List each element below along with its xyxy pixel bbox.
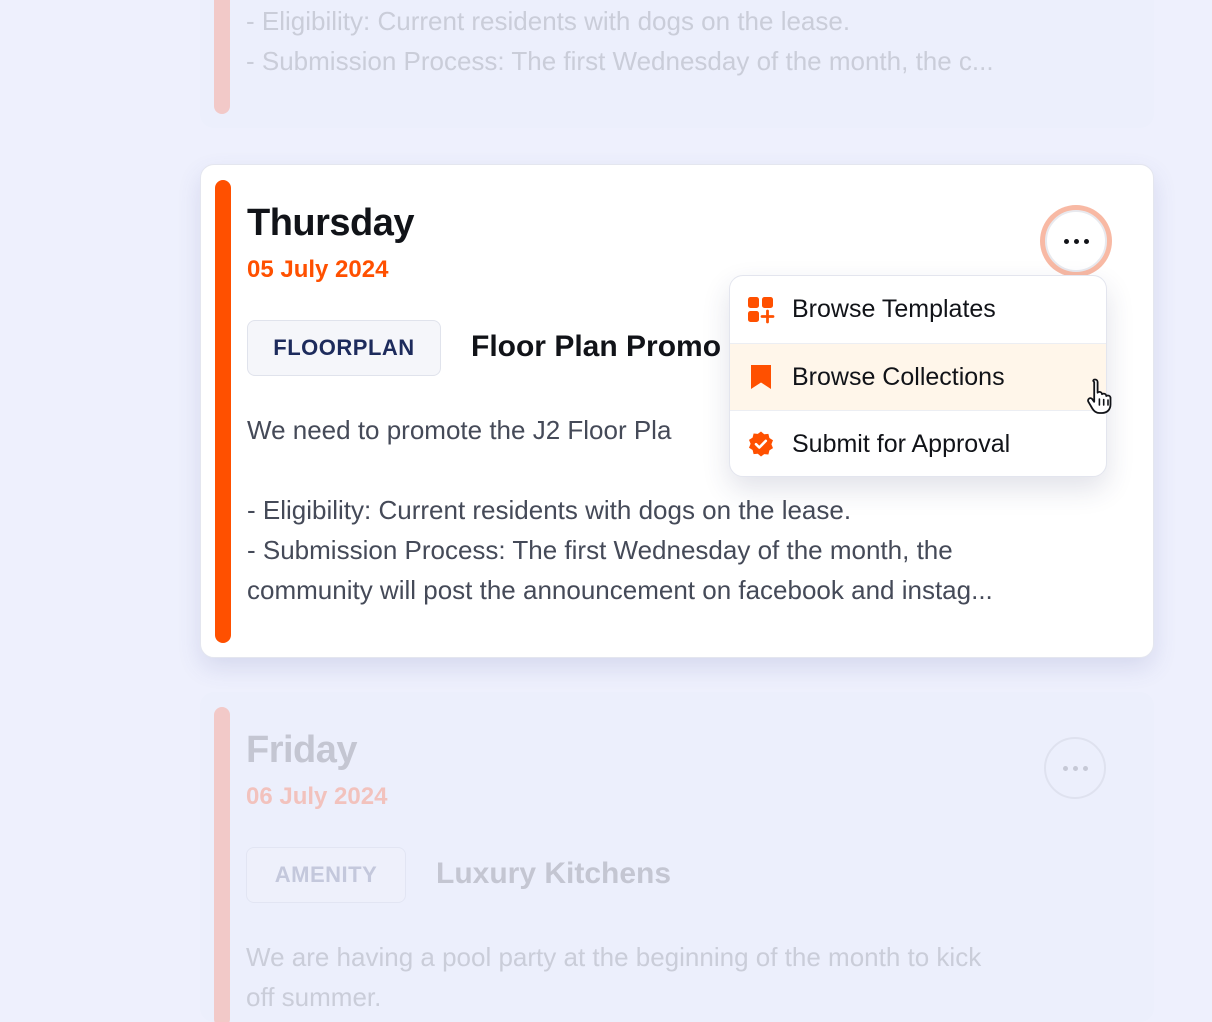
card-title: Luxury Kitchens [436,857,672,890]
pointer-hand-icon [1087,378,1112,414]
more-options-button[interactable] [1044,737,1106,799]
card-date: 05 July 2024 [247,256,389,283]
more-horizontal-icon [1062,765,1088,771]
templates-grid-icon [746,295,776,325]
card-day: Friday [246,729,358,771]
menu-item-submit-for-approval[interactable]: Submit for Approval [730,410,1106,476]
card-day: Thursday [247,202,415,244]
category-tag: AMENITY [246,847,406,903]
schedule-card-friday[interactable]: Friday 06 July 2024 AMENITY Luxury Kitch… [200,692,1154,1022]
card-description-line: - Eligibility: Current residents with do… [247,495,852,525]
card-accent-bar [215,180,231,643]
card-accent-bar [214,0,230,114]
card-description-line: community will post the announcement on … [247,575,993,605]
more-horizontal-icon [1063,238,1089,244]
bookmark-icon [746,362,776,392]
options-dropdown-menu: Browse Templates Browse Collections Subm… [729,275,1107,477]
card-title: Floor Plan Promo [471,330,722,363]
verified-badge-icon [746,429,776,459]
schedule-card-previous[interactable]: - Eligibility: Current residents with do… [200,0,1154,128]
menu-item-browse-templates[interactable]: Browse Templates [730,276,1106,343]
card-description-line: - Submission Process: The first Wednesda… [247,535,953,565]
menu-item-label: Browse Templates [792,295,996,323]
card-description-line: We are having a pool party at the beginn… [246,942,982,972]
card-description-line: We need to promote the J2 Floor Pla [247,415,672,445]
more-options-button[interactable] [1045,210,1107,272]
card-accent-bar [214,707,230,1022]
card-description-line: off summer. [246,982,382,1012]
card-date: 06 July 2024 [246,783,388,810]
card-description-line: - Submission Process: The first Wednesda… [246,46,994,76]
menu-item-browse-collections[interactable]: Browse Collections [730,343,1106,410]
category-tag: FLOORPLAN [247,320,441,376]
card-description-line: - Eligibility: Current residents with do… [246,6,851,36]
menu-item-label: Browse Collections [792,362,1005,391]
menu-item-label: Submit for Approval [792,429,1011,458]
